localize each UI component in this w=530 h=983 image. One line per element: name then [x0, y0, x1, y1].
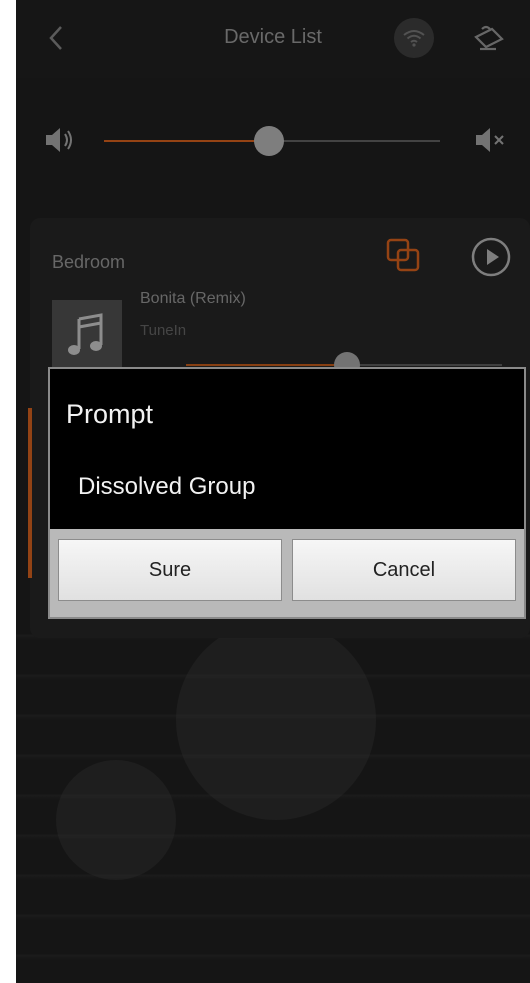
cancel-button[interactable]: Cancel [292, 539, 516, 601]
dialog-title: Prompt [66, 399, 154, 429]
device-list-screen: Device List Bedroom Bonita (Remix) TuneI… [16, 0, 530, 983]
prompt-dialog: Prompt Dissolved Group Sure Cancel [48, 367, 526, 619]
sure-button[interactable]: Sure [58, 539, 282, 601]
dialog-button-bar: Sure Cancel [50, 529, 524, 617]
dialog-message: Dissolved Group [78, 473, 256, 500]
